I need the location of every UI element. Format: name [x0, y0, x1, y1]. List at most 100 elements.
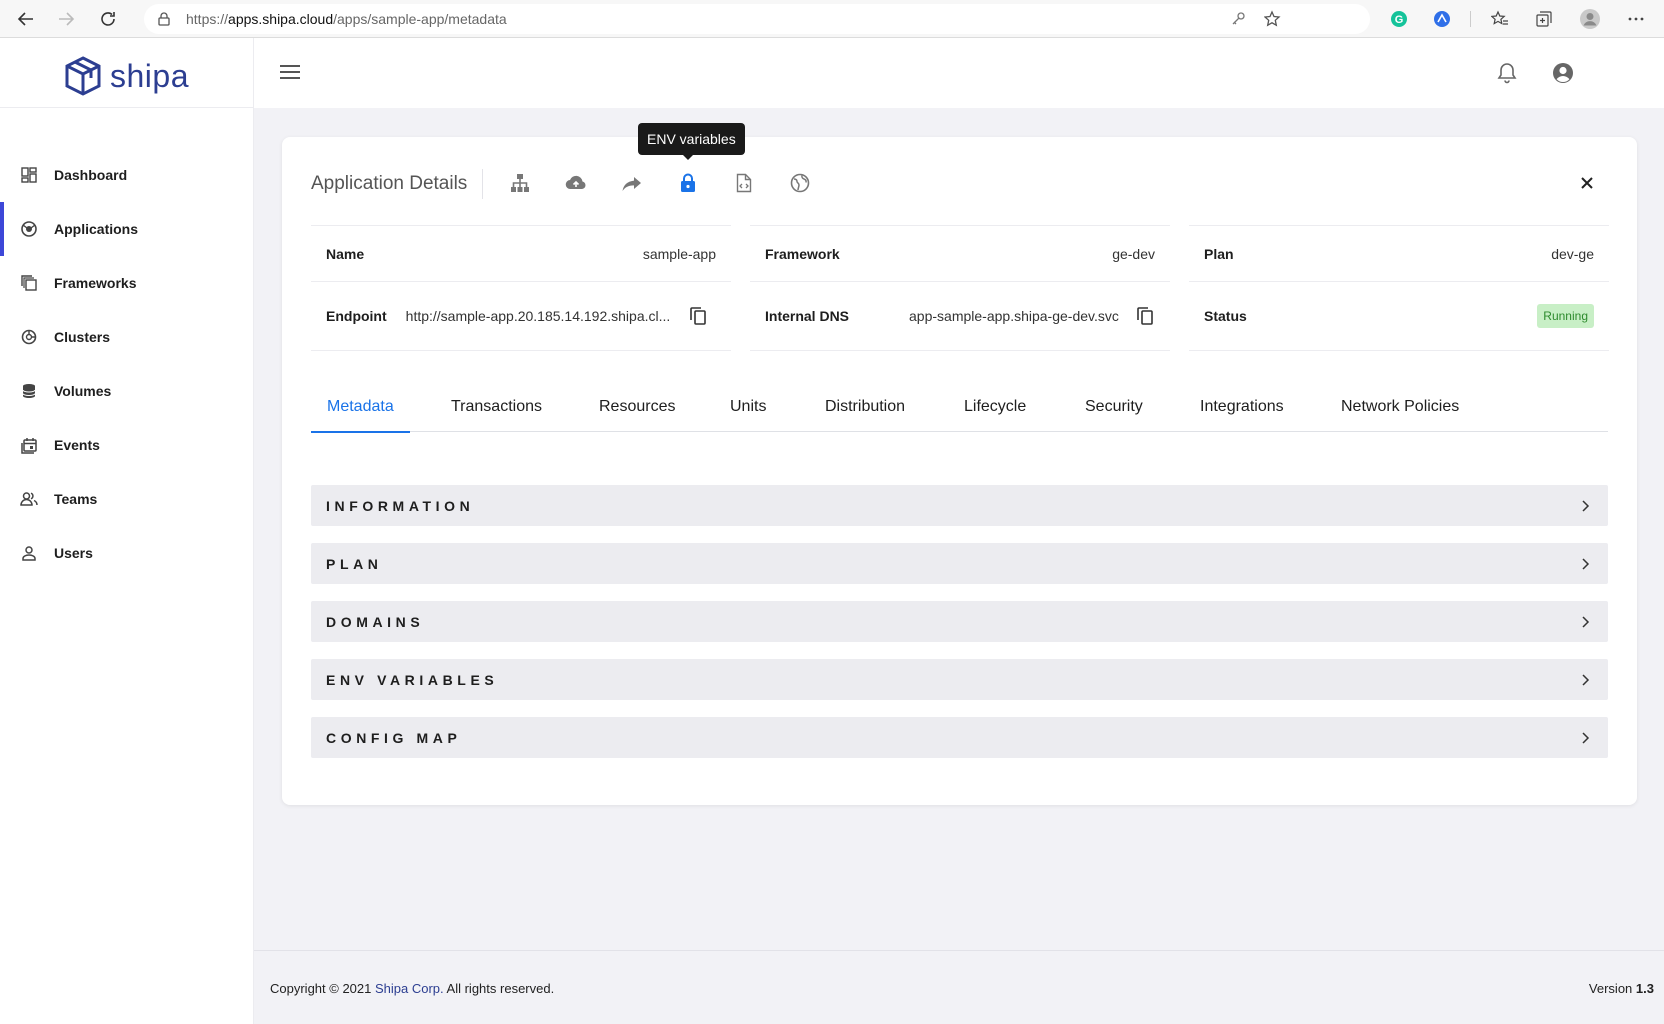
- url-text: https://apps.shipa.cloud/apps/sample-app…: [186, 11, 507, 27]
- section-plan[interactable]: PLAN: [311, 543, 1608, 584]
- detail-value: app-sample-app.shipa-ge-dev.svc: [909, 308, 1119, 324]
- section-env-variables[interactable]: ENV VARIABLES: [311, 659, 1608, 700]
- brand-logo[interactable]: shipa: [62, 52, 189, 100]
- page-title: Application Details: [311, 173, 468, 194]
- forward-icon[interactable]: [620, 171, 644, 195]
- profile-icon[interactable]: [1576, 5, 1604, 33]
- users-icon: [20, 544, 38, 562]
- detail-value: sample-app: [642, 245, 716, 262]
- tab-bar: Metadata Transactions Resources Units Di…: [311, 382, 1608, 433]
- clusters-icon: [20, 328, 38, 346]
- sidebar-item-frameworks[interactable]: Frameworks: [0, 256, 254, 310]
- sidebar-item-events[interactable]: Events: [0, 418, 254, 472]
- shipa-logo-icon: [65, 56, 101, 96]
- section-label: INFORMATION: [326, 497, 475, 514]
- grammarly-icon[interactable]: G: [1385, 5, 1413, 33]
- lock-icon[interactable]: [676, 171, 700, 195]
- tab-units[interactable]: Units: [714, 382, 782, 432]
- details-column: Framework ge-dev Internal DNS app-sample…: [750, 225, 1170, 351]
- detail-label: Endpoint: [326, 308, 387, 324]
- sidebar: shipa Dashboard Applications Frameworks …: [0, 38, 254, 1024]
- detail-label: Framework: [765, 245, 840, 262]
- copyright-text: Copyright © 2021 Shipa Corp. All rights …: [270, 981, 554, 996]
- sidebar-item-dashboard[interactable]: Dashboard: [0, 148, 254, 202]
- sidebar-item-applications[interactable]: Applications: [0, 202, 254, 256]
- collections-icon[interactable]: [1530, 5, 1558, 33]
- section-config-map[interactable]: CONFIG MAP: [311, 717, 1608, 758]
- detail-label: Name: [326, 245, 365, 262]
- chevron-right-icon: [1577, 730, 1593, 746]
- tooltip: ENV variables: [638, 123, 745, 160]
- section-label: DOMAINS: [326, 613, 425, 630]
- toolbar-divider: [1470, 11, 1471, 27]
- chevron-right-icon: [1577, 556, 1593, 572]
- tab-network-policies[interactable]: Network Policies: [1325, 382, 1475, 432]
- detail-row-endpoint: Endpoint http://sample-app.20.185.14.192…: [311, 281, 731, 351]
- endpoint-link[interactable]: http://sample-app.20.185.14.192.shipa.cl…: [406, 308, 671, 324]
- tab-metadata[interactable]: Metadata: [311, 382, 410, 433]
- menu-toggle-icon[interactable]: [280, 62, 300, 82]
- extension-icon[interactable]: [1428, 5, 1456, 33]
- tab-security[interactable]: Security: [1069, 382, 1159, 432]
- section-label: CONFIG MAP: [326, 729, 462, 746]
- key-icon[interactable]: [1230, 11, 1246, 32]
- detail-label: Internal DNS: [765, 308, 850, 324]
- volumes-icon: [20, 382, 38, 400]
- lock-url-icon: [158, 12, 170, 31]
- globe-icon[interactable]: [788, 171, 812, 195]
- section-domains[interactable]: DOMAINS: [311, 601, 1608, 642]
- hierarchy-icon[interactable]: [508, 171, 532, 195]
- sidebar-item-clusters[interactable]: Clusters: [0, 310, 254, 364]
- sidebar-item-users[interactable]: Users: [0, 526, 254, 580]
- tab-resources[interactable]: Resources: [583, 382, 691, 432]
- section-label: ENV VARIABLES: [326, 671, 499, 688]
- copy-icon[interactable]: [688, 306, 708, 326]
- account-icon[interactable]: [1550, 60, 1576, 86]
- copy-icon[interactable]: [1135, 306, 1155, 326]
- company-link[interactable]: Shipa Corp.: [375, 981, 444, 996]
- sidebar-item-label: Volumes: [54, 383, 112, 399]
- sidebar-item-volumes[interactable]: Volumes: [0, 364, 254, 418]
- sidebar-item-label: Events: [54, 437, 100, 453]
- chevron-right-icon: [1577, 672, 1593, 688]
- title-divider: [482, 169, 483, 199]
- detail-row-status: Status Running: [1189, 281, 1609, 351]
- browser-toolbar: https://apps.shipa.cloud/apps/sample-app…: [0, 0, 1664, 38]
- favorite-add-icon[interactable]: [1263, 10, 1282, 33]
- details-column: Name sample-app Endpoint http://sample-a…: [311, 225, 731, 351]
- tab-transactions[interactable]: Transactions: [435, 382, 558, 432]
- sidebar-item-label: Clusters: [54, 329, 111, 345]
- section-information[interactable]: INFORMATION: [311, 485, 1608, 526]
- events-icon: [20, 436, 38, 454]
- chevron-right-icon: [1577, 498, 1593, 514]
- sidebar-item-label: Dashboard: [54, 167, 128, 183]
- tab-distribution[interactable]: Distribution: [809, 382, 921, 432]
- version-text: Version 1.3: [1589, 981, 1654, 996]
- brand-name: shipa: [110, 57, 189, 94]
- code-file-icon[interactable]: [732, 171, 756, 195]
- top-header: [254, 38, 1664, 108]
- forward-nav-icon[interactable]: [52, 5, 80, 33]
- detail-value: dev-ge: [1551, 245, 1594, 262]
- more-icon[interactable]: [1622, 5, 1650, 33]
- reload-icon[interactable]: [94, 5, 122, 33]
- address-bar[interactable]: https://apps.shipa.cloud/apps/sample-app…: [144, 4, 1370, 34]
- chevron-right-icon: [1577, 614, 1593, 630]
- status-badge: Running: [1537, 304, 1594, 328]
- sidebar-nav: Dashboard Applications Frameworks Cluste…: [0, 148, 254, 580]
- close-icon[interactable]: [1577, 173, 1597, 193]
- bell-icon[interactable]: [1494, 60, 1520, 86]
- tab-lifecycle[interactable]: Lifecycle: [948, 382, 1042, 432]
- frameworks-icon: [20, 274, 38, 292]
- copyright-prefix: Copyright © 2021: [270, 981, 372, 996]
- tab-integrations[interactable]: Integrations: [1184, 382, 1300, 432]
- sidebar-item-teams[interactable]: Teams: [0, 472, 254, 526]
- applications-icon: [20, 220, 38, 238]
- back-icon[interactable]: [12, 5, 40, 33]
- detail-row-internal-dns: Internal DNS app-sample-app.shipa-ge-dev…: [750, 281, 1170, 351]
- cloud-upload-icon[interactable]: [564, 171, 588, 195]
- details-column: Plan dev-ge Status Running: [1189, 225, 1609, 351]
- section-label: PLAN: [326, 555, 383, 572]
- detail-label: Status: [1204, 308, 1247, 324]
- favorites-icon[interactable]: [1486, 5, 1514, 33]
